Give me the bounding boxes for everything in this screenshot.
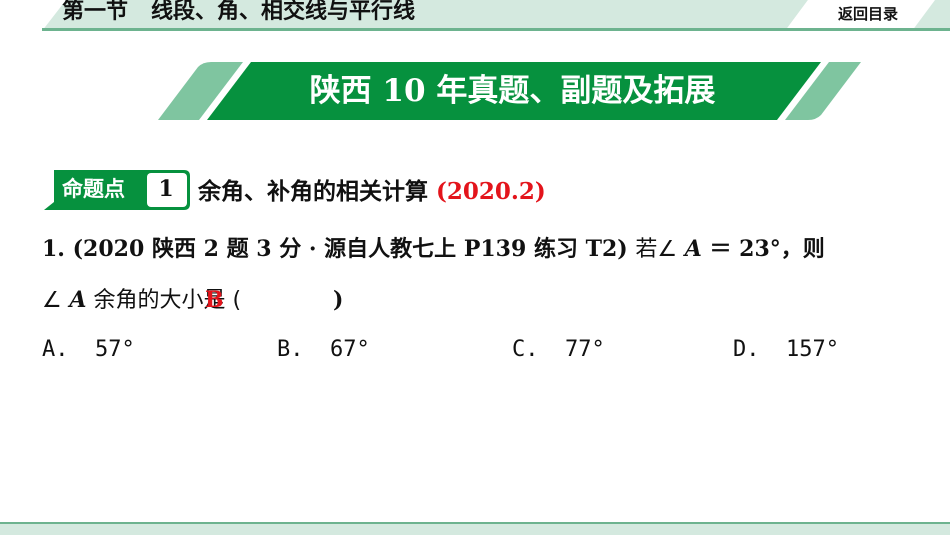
banner-title: 陕西 10 年真题、副题及拓展 xyxy=(309,73,716,109)
topic-title: 余角、补角的相关计算 xyxy=(198,179,428,205)
question-source: (2020 陕西 2 题 3 分 · 源自人教七上 P139 练习 T2) xyxy=(72,236,628,262)
angle-symbol: ∠ xyxy=(42,288,62,313)
option-d[interactable]: D. 157° xyxy=(733,334,839,366)
option-c[interactable]: C. 77° xyxy=(512,334,605,366)
variable: A xyxy=(684,236,702,262)
option-value: 157° xyxy=(786,337,839,362)
option-a[interactable]: A. 57° xyxy=(42,334,135,366)
variable: A xyxy=(69,287,87,313)
option-label: B. xyxy=(277,337,304,362)
topic-year-tag: (2020.2) xyxy=(436,178,546,205)
question-stem-line1: 1. (2020 陕西 2 题 3 分 · 源自人教七上 P139 练习 T2)… xyxy=(42,232,825,267)
answer-mark: B xyxy=(205,287,224,313)
question-number: 1. xyxy=(42,236,65,262)
stem-text: ＝ 23°，则 xyxy=(701,236,825,262)
option-label: A. xyxy=(42,337,69,362)
footer-band xyxy=(0,522,950,535)
option-value: 77° xyxy=(565,337,605,362)
option-label: C. xyxy=(512,337,539,362)
option-label: D. xyxy=(733,337,760,362)
topic-heading: 余角、补角的相关计算 (2020.2) xyxy=(198,174,546,210)
answer-blank-close: ) xyxy=(332,287,344,313)
section-title: 第一节 线段、角、相交线与平行线 xyxy=(62,0,415,24)
back-to-contents-link[interactable]: 返回目录 xyxy=(838,0,898,30)
stem-text: 若∠ xyxy=(635,237,678,262)
badge-label: 命题点 xyxy=(62,177,125,201)
option-value: 57° xyxy=(95,337,135,362)
option-b[interactable]: B. 67° xyxy=(277,334,370,366)
option-value: 67° xyxy=(330,337,370,362)
question-stem-line2: ∠ A 余角的大小是 ( ) xyxy=(42,283,343,318)
badge-number: 1 xyxy=(158,176,174,202)
